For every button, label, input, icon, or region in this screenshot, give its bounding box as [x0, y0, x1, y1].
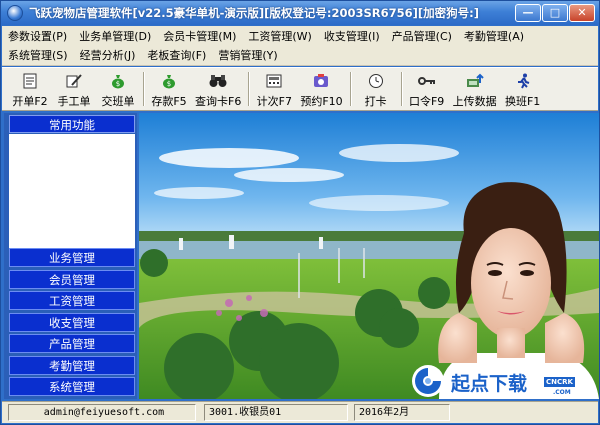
binoculars-icon: [209, 72, 227, 90]
manual-order-button[interactable]: 手工单: [52, 68, 96, 110]
new-order-button[interactable]: 开单F2: [8, 68, 52, 110]
menu-business-orders[interactable]: 业务单管理(D): [73, 28, 157, 46]
deposit-label: 存款F5: [151, 95, 187, 108]
appointment-label: 预约F10: [300, 95, 343, 108]
manual-order-label: 手工单: [57, 95, 91, 108]
nav-system[interactable]: 系统管理: [9, 377, 135, 396]
upload-icon: [466, 72, 484, 90]
common-functions-list: [9, 134, 135, 256]
toolbar-separator: [143, 72, 144, 106]
query-card-button[interactable]: 查询卡F6: [191, 68, 245, 110]
nav-attendance[interactable]: 考勤管理: [9, 355, 135, 375]
nav-products[interactable]: 产品管理: [9, 334, 135, 353]
change-shift-button[interactable]: 换班F1: [501, 68, 545, 110]
nav-wages[interactable]: 工资管理: [9, 291, 135, 310]
menu-wages[interactable]: 工资管理(W): [242, 28, 317, 46]
count-button[interactable]: 计次F7: [252, 68, 296, 110]
upload-data-label: 上传数据: [452, 95, 497, 108]
change-shift-label: 换班F1: [504, 95, 541, 108]
menu-income-expense[interactable]: 收支管理(I): [318, 28, 386, 46]
toolbar-separator: [349, 72, 351, 106]
toolbar-separator: [400, 72, 402, 106]
maximize-button[interactable]: □: [542, 4, 568, 22]
status-email: admin@feiyuesoft.com: [8, 404, 196, 421]
nav-members[interactable]: 会员管理: [9, 269, 135, 289]
query-card-label: 查询卡F6: [195, 95, 242, 108]
window-title: 飞跃宠物店管理软件[v22.5豪华单机-演示版][版权登记号:2003SR675…: [29, 6, 480, 20]
menu-system[interactable]: 系统管理(S): [2, 47, 74, 65]
svg-text:$: $: [116, 80, 120, 88]
watermark-brand: 起点下载: [451, 373, 528, 395]
landscape-with-woman-image: [139, 113, 599, 399]
app-window: 飞跃宠物店管理软件[v22.5豪华单机-演示版][版权登记号:2003SR675…: [0, 0, 600, 425]
count-label: 计次F7: [256, 95, 292, 108]
appointment-button[interactable]: 预约F10: [296, 68, 346, 110]
menu-boss-query[interactable]: 老板查询(F): [141, 47, 212, 65]
svg-text:$: $: [167, 80, 171, 88]
status-cashier: 3001.收银员01: [204, 404, 348, 421]
cncrk-logo-icon: [412, 365, 444, 397]
left-nav: 业务管理 会员管理 工资管理 收支管理 产品管理 考勤管理 系统管理: [9, 248, 135, 399]
menu-params[interactable]: 参数设置(P): [2, 28, 73, 46]
handwrite-icon: [65, 72, 83, 90]
counter-icon: [265, 72, 283, 90]
menu-marketing[interactable]: 营销管理(Y): [212, 47, 283, 65]
app-globe-icon[interactable]: [7, 5, 23, 21]
menu-row-1: 参数设置(P) 业务单管理(D) 会员卡管理(M) 工资管理(W) 收支管理(I…: [2, 28, 530, 46]
document-icon: [21, 72, 39, 90]
shift-runner-icon: [514, 72, 532, 90]
deposit-button[interactable]: $ 存款F5: [147, 68, 191, 110]
password-button[interactable]: 口令F9: [405, 68, 449, 110]
password-label: 口令F9: [408, 95, 445, 108]
nav-business[interactable]: 业务管理: [9, 248, 135, 267]
status-date: 2016年2月: [354, 404, 450, 421]
status-bar: admin@feiyuesoft.com 3001.收银员01 2016年2月: [2, 401, 598, 423]
main-background-area: [139, 113, 599, 399]
nav-income-expense[interactable]: 收支管理: [9, 312, 135, 332]
watermark-domain: .COM: [553, 389, 571, 396]
watermark-tag: CNCRK: [544, 377, 575, 387]
menu-analysis[interactable]: 经营分析(J): [74, 47, 142, 65]
minimize-button[interactable]: —: [515, 4, 541, 22]
key-icon: [417, 72, 436, 90]
deposit-icon: $: [160, 72, 178, 90]
clock-icon: [367, 72, 385, 90]
shift-handover-button[interactable]: $ 交班单: [96, 68, 140, 110]
money-bag-icon: $: [109, 72, 127, 90]
shift-handover-label: 交班单: [101, 95, 135, 108]
clock-in-button[interactable]: 打卡: [354, 68, 398, 110]
new-order-label: 开单F2: [12, 95, 48, 108]
clock-in-label: 打卡: [364, 95, 387, 108]
upload-data-button[interactable]: 上传数据: [449, 68, 501, 110]
menu-bar: 参数设置(P) 业务单管理(D) 会员卡管理(M) 工资管理(W) 收支管理(I…: [2, 26, 598, 66]
toolbar: 开单F2 手工单 $ 交班单 $ 存款F5 查询卡F6 计次F7 预约F10 打…: [2, 67, 598, 111]
menu-row-2: 系统管理(S) 经营分析(J) 老板查询(F) 营销管理(Y): [2, 47, 284, 65]
title-bar[interactable]: 飞跃宠物店管理软件[v22.5豪华单机-演示版][版权登记号:2003SR675…: [1, 1, 599, 25]
common-functions-header[interactable]: 常用功能: [9, 115, 135, 133]
appointment-icon: [312, 72, 330, 90]
menu-products[interactable]: 产品管理(C): [386, 28, 458, 46]
menu-member-cards[interactable]: 会员卡管理(M): [157, 28, 242, 46]
close-button[interactable]: ✕: [569, 4, 595, 22]
toolbar-separator: [248, 72, 250, 106]
menu-attendance[interactable]: 考勤管理(A): [458, 28, 530, 46]
left-panel: 常用功能 业务管理 会员管理 工资管理 收支管理 产品管理 考勤管理 系统管理: [4, 113, 137, 399]
